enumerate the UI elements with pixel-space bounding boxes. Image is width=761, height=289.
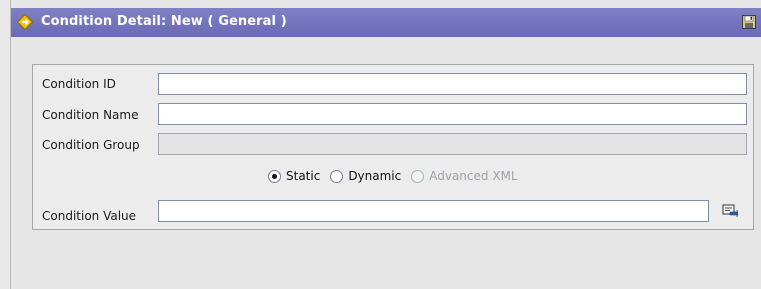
radio-dynamic-indicator[interactable] (330, 169, 344, 183)
radio-static[interactable]: Static (268, 169, 320, 183)
condition-name-input[interactable] (158, 103, 747, 125)
title-bar: Condition Detail: New ( General ) (11, 8, 761, 37)
diamond-arrow-icon (17, 14, 33, 30)
radio-advanced-xml-indicator (411, 169, 425, 183)
save-floppy-icon[interactable] (742, 15, 756, 29)
radio-static-indicator[interactable] (268, 169, 281, 183)
condition-group-input (158, 133, 747, 155)
radio-static-label: Static (286, 169, 321, 183)
radio-dynamic[interactable]: Dynamic (330, 169, 401, 183)
condition-value-label: Condition Value (42, 209, 137, 223)
condition-group-label: Condition Group (42, 138, 140, 152)
condition-name-label: Condition Name (42, 108, 139, 122)
condition-value-input[interactable] (158, 200, 709, 222)
condition-detail-window: Condition Detail: New ( General ) Condit… (10, 0, 761, 289)
radio-dynamic-label: Dynamic (348, 169, 402, 183)
lookup-icon[interactable] (722, 203, 738, 219)
window-title: Condition Detail: New ( General ) (41, 14, 287, 29)
condition-id-label: Condition ID (42, 77, 116, 91)
radio-advanced-xml-label: Advanced XML (429, 169, 518, 183)
general-form-panel: Condition ID Condition Name Condition Gr… (32, 64, 754, 230)
condition-id-input[interactable] (158, 73, 747, 95)
condition-type-radio-group: Static Dynamic Advanced XML (268, 165, 528, 187)
radio-advanced-xml: Advanced XML (411, 169, 518, 183)
